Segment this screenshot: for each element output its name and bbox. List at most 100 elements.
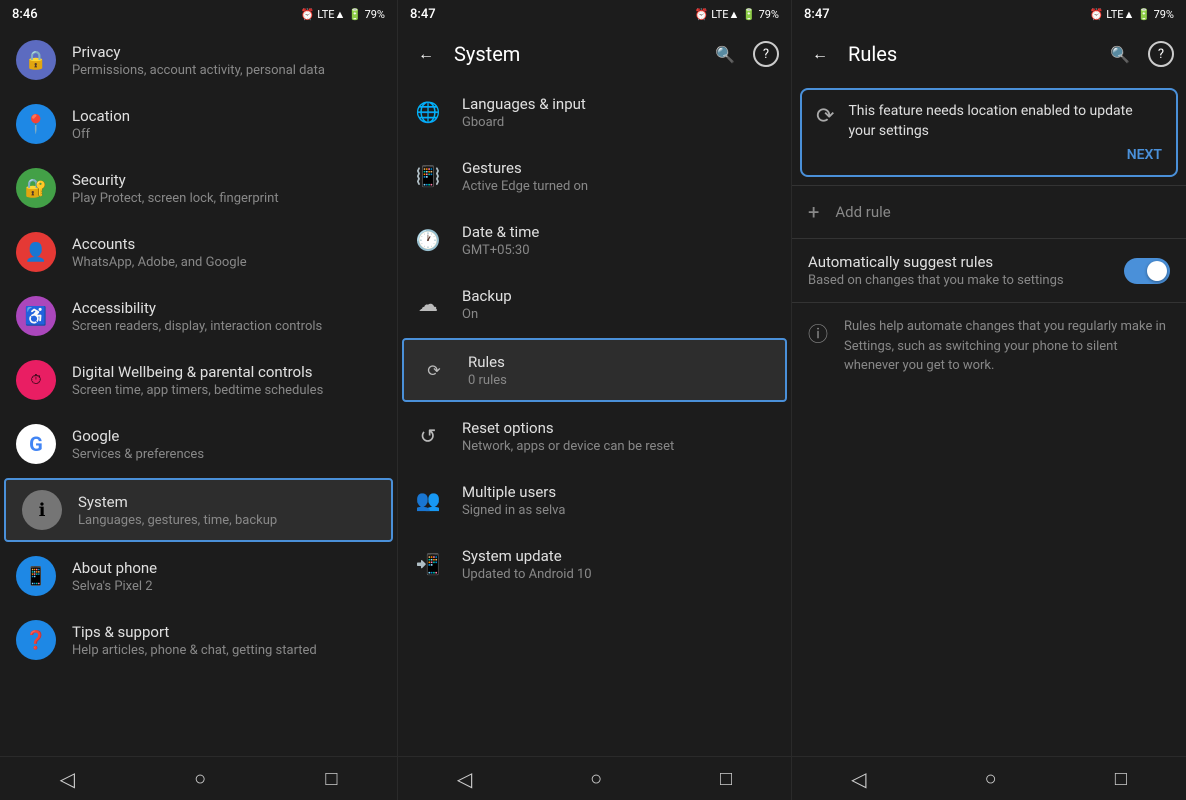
status-time-3: 8:47	[804, 7, 830, 22]
rules-info-text: Rules help automate changes that you reg…	[844, 317, 1170, 376]
add-rule-label: Add rule	[835, 203, 890, 221]
status-bar-3: 8:47 ⏰ LTE▲ 🔋 79%	[792, 0, 1186, 28]
help-icon-2[interactable]: ?	[753, 41, 779, 67]
recents-button-3[interactable]: □	[1095, 758, 1147, 799]
rules-info-row: ⓘ Rules help automate changes that you r…	[792, 303, 1186, 390]
update-title: System update	[462, 547, 775, 565]
back-button-1[interactable]: ◁	[40, 759, 95, 799]
backup-title: Backup	[462, 287, 775, 305]
settings-item-security[interactable]: 🔐 Security Play Protect, screen lock, fi…	[0, 156, 397, 220]
backup-icon: ☁	[414, 290, 442, 318]
back-button-2[interactable]: ◁	[437, 759, 492, 799]
wellbeing-icon: ⏱	[16, 360, 56, 400]
rules-icon: ⟳	[420, 356, 448, 384]
multiuser-title: Multiple users	[462, 483, 775, 501]
search-icon-2[interactable]: 🔍	[709, 38, 741, 70]
languages-subtitle: Gboard	[462, 115, 775, 130]
reset-icon: ↺	[414, 422, 442, 450]
recents-button-1[interactable]: □	[305, 758, 357, 799]
home-button-2[interactable]: ○	[570, 758, 622, 799]
about-subtitle: Selva's Pixel 2	[72, 579, 381, 594]
menu-item-backup[interactable]: ☁ Backup On	[398, 272, 791, 336]
location-subtitle: Off	[72, 127, 381, 142]
help-icon-3[interactable]: ?	[1148, 41, 1174, 67]
nav-bar-1: ◁ ○ □	[0, 756, 397, 800]
languages-icon: 🌐	[414, 98, 442, 126]
accessibility-icon: ♿	[16, 296, 56, 336]
accounts-icon: 👤	[16, 232, 56, 272]
rules-subtitle: 0 rules	[468, 373, 769, 388]
suggest-subtitle: Based on changes that you make to settin…	[808, 273, 1108, 288]
wellbeing-subtitle: Screen time, app timers, bedtime schedul…	[72, 383, 381, 398]
settings-item-tips[interactable]: ❓ Tips & support Help articles, phone & …	[0, 608, 397, 672]
suggest-title: Automatically suggest rules	[808, 253, 1108, 271]
recents-button-2[interactable]: □	[700, 758, 752, 799]
multiuser-icon: 👥	[414, 486, 442, 514]
google-icon: G	[16, 424, 56, 464]
settings-item-privacy[interactable]: 🔒 Privacy Permissions, account activity,…	[0, 28, 397, 92]
system-panel: 8:47 ⏰ LTE▲ 🔋 79% ← System 🔍 ? 🌐 Languag…	[398, 0, 792, 800]
menu-item-rules[interactable]: ⟳ Rules 0 rules	[402, 338, 787, 402]
back-icon-3[interactable]: ←	[804, 38, 836, 70]
home-button-1[interactable]: ○	[174, 758, 226, 799]
security-subtitle: Play Protect, screen lock, fingerprint	[72, 191, 381, 206]
notice-icon: ⟳	[816, 104, 834, 129]
back-icon-2[interactable]: ←	[410, 38, 442, 70]
auto-suggest-toggle[interactable]	[1124, 258, 1170, 284]
multiuser-subtitle: Signed in as selva	[462, 503, 775, 518]
system-title: System	[78, 493, 375, 511]
languages-title: Languages & input	[462, 95, 775, 113]
menu-item-languages[interactable]: 🌐 Languages & input Gboard	[398, 80, 791, 144]
accounts-title: Accounts	[72, 235, 381, 253]
reset-subtitle: Network, apps or device can be reset	[462, 439, 775, 454]
system-app-bar: ← System 🔍 ?	[398, 28, 791, 80]
privacy-subtitle: Permissions, account activity, personal …	[72, 63, 381, 78]
next-button[interactable]: NEXT	[848, 147, 1162, 163]
settings-item-about[interactable]: 📱 About phone Selva's Pixel 2	[0, 544, 397, 608]
menu-item-reset[interactable]: ↺ Reset options Network, apps or device …	[398, 404, 791, 468]
tips-icon: ❓	[16, 620, 56, 660]
status-icons-2: ⏰ LTE▲ 🔋 79%	[695, 8, 779, 21]
home-button-3[interactable]: ○	[965, 758, 1017, 799]
tips-title: Tips & support	[72, 623, 381, 641]
settings-item-system[interactable]: ℹ System Languages, gestures, time, back…	[4, 478, 393, 542]
accessibility-subtitle: Screen readers, display, interaction con…	[72, 319, 381, 334]
backup-subtitle: On	[462, 307, 775, 322]
add-rule-row[interactable]: + Add rule	[792, 186, 1186, 238]
datetime-icon: 🕐	[414, 226, 442, 254]
nav-bar-2: ◁ ○ □	[398, 756, 791, 800]
menu-item-multiuser[interactable]: 👥 Multiple users Signed in as selva	[398, 468, 791, 532]
status-time-1: 8:46	[12, 7, 38, 22]
settings-item-location[interactable]: 📍 Location Off	[0, 92, 397, 156]
status-time-2: 8:47	[410, 7, 436, 22]
nav-bar-3: ◁ ○ □	[792, 756, 1186, 800]
settings-item-accessibility[interactable]: ♿ Accessibility Screen readers, display,…	[0, 284, 397, 348]
rules-title: Rules	[468, 353, 769, 371]
menu-item-update[interactable]: 📲 System update Updated to Android 10	[398, 532, 791, 596]
back-button-3[interactable]: ◁	[831, 759, 886, 799]
settings-item-accounts[interactable]: 👤 Accounts WhatsApp, Adobe, and Google	[0, 220, 397, 284]
system-subtitle: Languages, gestures, time, backup	[78, 513, 375, 528]
status-bar-1: 8:46 ⏰ LTE▲ 🔋 79%	[0, 0, 397, 28]
menu-item-gestures[interactable]: 📳 Gestures Active Edge turned on	[398, 144, 791, 208]
status-bar-2: 8:47 ⏰ LTE▲ 🔋 79%	[398, 0, 791, 28]
gestures-title: Gestures	[462, 159, 775, 177]
system-icon: ℹ	[22, 490, 62, 530]
system-menu-list: 🌐 Languages & input Gboard 📳 Gestures Ac…	[398, 80, 791, 756]
toggle-knob	[1147, 261, 1167, 281]
tips-subtitle: Help articles, phone & chat, getting sta…	[72, 643, 381, 658]
settings-item-wellbeing[interactable]: ⏱ Digital Wellbeing & parental controls …	[0, 348, 397, 412]
security-icon: 🔐	[16, 168, 56, 208]
location-title: Location	[72, 107, 381, 125]
update-icon: 📲	[414, 550, 442, 578]
accounts-subtitle: WhatsApp, Adobe, and Google	[72, 255, 381, 270]
privacy-title: Privacy	[72, 43, 381, 61]
search-icon-3[interactable]: 🔍	[1104, 38, 1136, 70]
settings-main-panel: 8:46 ⏰ LTE▲ 🔋 79% 🔒 Privacy Permissions,…	[0, 0, 398, 800]
privacy-icon: 🔒	[16, 40, 56, 80]
google-title: Google	[72, 427, 381, 445]
menu-item-datetime[interactable]: 🕐 Date & time GMT+05:30	[398, 208, 791, 272]
notice-message: This feature needs location enabled to u…	[848, 102, 1162, 141]
settings-item-google[interactable]: G Google Services & preferences	[0, 412, 397, 476]
rules-spacer	[792, 390, 1186, 756]
